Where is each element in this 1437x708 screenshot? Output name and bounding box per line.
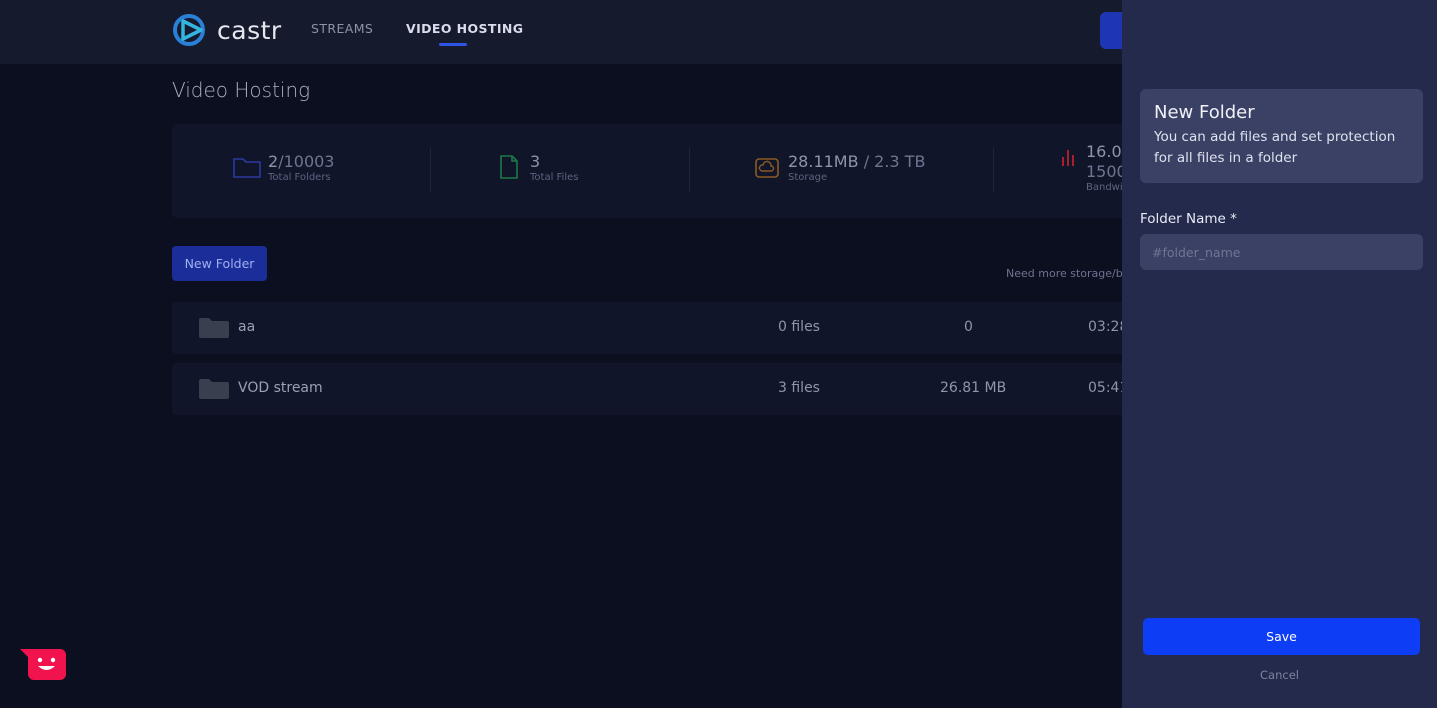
folder-file-count: 0 files (778, 319, 820, 335)
folders-label: Total Folders (268, 172, 331, 183)
folder-name-input[interactable] (1140, 234, 1423, 270)
folder-size: 0 (964, 319, 973, 335)
nav-streams[interactable]: STREAMS (311, 21, 373, 36)
storage-limit: / 2.3 TB (863, 152, 926, 171)
files-count: 3 (530, 152, 541, 171)
logo-text: castr (217, 15, 282, 45)
bandwidth-limit: 1500 (1086, 162, 1127, 181)
folder-name: VOD stream (238, 380, 323, 396)
folders-count: 2 (268, 152, 279, 171)
save-button[interactable]: Save (1143, 618, 1420, 655)
folders-limit: /10003 (278, 152, 335, 171)
storage-used: 28.11MB (788, 152, 859, 171)
folder-icon (199, 379, 229, 403)
nav-video-hosting[interactable]: VIDEO HOSTING (406, 21, 523, 36)
stat-total-files: 3 Total Files (494, 152, 578, 183)
stat-bandwidth: 16.09 1500 Bandwid (1056, 142, 1132, 193)
cloud-storage-icon (752, 152, 782, 182)
bar-chart-icon (1056, 142, 1080, 172)
files-label: Total Files (530, 172, 579, 183)
stat-divider (430, 148, 431, 192)
folder-icon (199, 318, 229, 342)
panel-title: New Folder (1154, 102, 1255, 123)
folder-size: 26.81 MB (940, 380, 1007, 396)
folder-name: aa (238, 319, 256, 335)
new-folder-side-panel: New Folder You can add files and set pro… (1122, 0, 1437, 708)
page-title: Video Hosting (172, 78, 311, 102)
panel-description: You can add files and set protection for… (1154, 129, 1396, 166)
folder-outline-icon (232, 152, 262, 182)
new-folder-button[interactable]: New Folder (172, 246, 267, 281)
folder-row[interactable]: VOD stream 3 files 26.81 MB 05:41 (172, 363, 1142, 415)
castr-logo[interactable]: castr (171, 12, 282, 48)
cancel-button[interactable]: Cancel (1122, 668, 1437, 682)
active-nav-indicator (439, 43, 467, 46)
chat-bot-icon[interactable] (20, 647, 67, 682)
stat-total-folders: 2/10003 Total Folders (232, 152, 334, 183)
storage-upgrade-link[interactable]: Need more storage/ba (1006, 267, 1129, 280)
stat-divider (689, 148, 690, 192)
file-icon (494, 152, 524, 182)
stat-storage: 28.11MB / 2.3 TB Storage (752, 152, 925, 183)
storage-label: Storage (788, 172, 828, 183)
castr-logo-icon (171, 12, 211, 48)
folder-row[interactable]: aa 0 files 0 03:28 (172, 302, 1142, 354)
stat-divider (993, 148, 994, 192)
folder-name-label: Folder Name * (1140, 211, 1237, 227)
folder-file-count: 3 files (778, 380, 820, 396)
new-folder-info-card: New Folder You can add files and set pro… (1140, 89, 1423, 183)
usage-stats-bar: 2/10003 Total Folders 3 Total Files 28.1… (172, 124, 1142, 218)
